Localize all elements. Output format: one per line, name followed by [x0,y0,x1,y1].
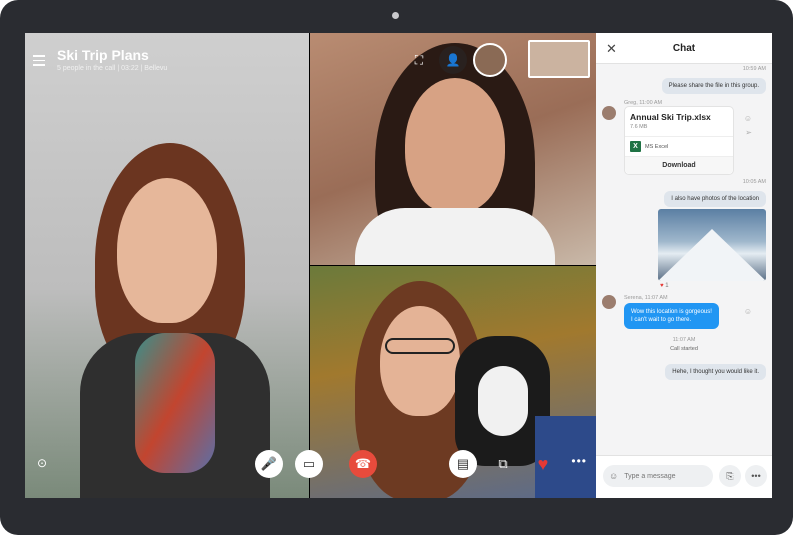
call-event-time: 11:07 AM [672,337,696,344]
call-title: Ski Trip Plans [57,47,149,63]
message-out: I also have photos of the location [602,187,766,207]
top-call-controls: ⛶ 👤 [405,43,507,77]
emoji-icon[interactable]: ☺ [609,471,618,481]
glasses [385,338,455,354]
more-icon: ••• [751,471,761,481]
capture-icon[interactable]: ⊙ [37,456,47,470]
attach-icon: ⎘ [726,470,734,481]
call-event: Call started [670,346,698,353]
avatar [602,295,616,309]
download-button[interactable]: Download [625,156,733,174]
message-in: Serena, 11:07 AM Wow this location is go… [602,295,766,330]
more-button[interactable]: ••• [745,465,767,487]
participant-face [380,306,460,416]
participant-scarf [135,333,215,473]
chat-panel: ✕ Chat 10:59 AM Please share the file in… [596,33,772,498]
screen-share-button[interactable]: ⧉ [489,450,517,478]
chat-icon: ▤ [456,456,470,471]
more-options-icon[interactable]: ••• [571,454,587,468]
close-icon[interactable]: ✕ [606,41,617,57]
message-timestamp: 10:59 AM [742,66,766,72]
emoji-icon[interactable]: ☺ [744,114,752,123]
forward-icon[interactable]: ➢ [745,128,752,137]
self-video-preview[interactable] [528,40,590,78]
message-out: Please share the file in this group. [602,74,766,94]
fullscreen-icon[interactable]: ⛶ [405,46,433,74]
microphone-button[interactable]: 🎤 [255,450,283,478]
chat-messages[interactable]: 10:59 AM Please share the file in this g… [596,64,772,456]
chat-header: ✕ Chat [596,33,772,64]
add-person-icon[interactable]: 👤 [439,46,467,74]
shared-photo[interactable] [658,209,766,281]
participant-face [117,178,217,323]
attach-button[interactable]: ⎘ [719,465,741,487]
video-icon: ▭ [302,456,316,471]
message-timestamp: 10:05 AM [742,179,766,185]
mountain-shape [658,229,766,281]
camera-dot [392,12,399,19]
emoji-icon[interactable]: ☺ [744,307,752,316]
file-type: MS Excel [645,143,669,150]
screen-share-icon: ⧉ [498,456,508,471]
file-type-row: X MS Excel [625,136,733,156]
message-line-2: I can't wait to go there. [631,317,692,324]
participant-avatar[interactable] [473,43,507,77]
message-input[interactable] [622,471,707,481]
video-button[interactable]: ▭ [295,450,323,478]
video-tile-participant-1 [25,33,309,498]
participant-face [405,78,505,213]
message-composer: ☺ ⎘ ••• [596,455,772,498]
menu-icon[interactable] [33,55,45,66]
skype-call-screen: Ski Trip Plans 5 people in the call | 03… [25,33,772,498]
excel-icon: X [630,141,641,152]
file-card[interactable]: Annual Ski Trip.xlsx 7.6 MB X MS Excel D… [624,106,734,175]
react-button[interactable]: ♥ [529,450,557,478]
reaction-count: 1 [665,283,669,289]
message-with-file: Greg, 11:00 AM Annual Ski Trip.xlsx 7.6 … [602,100,766,175]
end-call-button[interactable]: ☎ [349,450,377,478]
message-text: I also have photos of the location [664,191,766,207]
message-sender: Serena, 11:07 AM [624,295,668,301]
message-line-1: Wow this location is gorgeous! [631,309,712,315]
message-out: Hehe, I thought you would like it. [602,360,766,381]
chat-title: Chat [672,42,696,54]
heart-icon: ♥ [660,283,664,289]
chat-button[interactable]: ▤ [449,450,477,478]
microphone-icon: 🎤 [260,456,278,471]
message-text: Please share the file in this group. [661,78,766,94]
heart-icon: ♥ [537,453,549,474]
phone-hangup-icon: ☎ [354,456,372,471]
file-name: Annual Ski Trip.xlsx [630,112,711,122]
avatar [602,106,616,120]
message-text: Hehe, I thought you would like it. [665,364,766,381]
call-control-bar: 🎤 ▭ ☎ ▤ ⧉ ♥ [255,450,557,478]
message-text: Wow this location is gorgeous! I can't w… [624,303,719,330]
participant-body [355,208,555,265]
call-subtitle: 5 people in the call | 03:22 | Bellevu [57,65,168,72]
device-frame: Ski Trip Plans 5 people in the call | 03… [0,0,793,535]
file-size: 7.6 MB [630,124,648,130]
reaction[interactable]: ♥ 1 [660,283,766,289]
message-input-wrapper[interactable]: ☺ [603,465,713,487]
dog-face-marking [478,366,528,436]
